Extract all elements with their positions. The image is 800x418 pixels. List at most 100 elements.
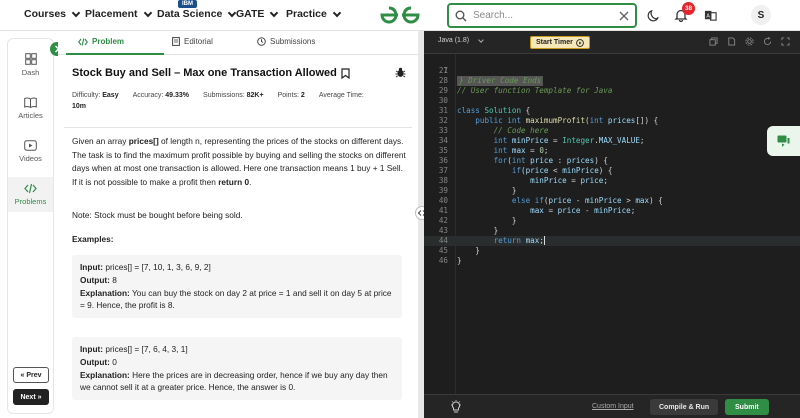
active-tab-indicator [66,53,164,55]
notification-count-badge: 38 [682,2,695,15]
translate-icon: A [704,10,717,21]
chat-icon [777,135,789,147]
gear-icon[interactable] [745,37,754,46]
code-line[interactable]: 29// User function Template for Java [424,86,800,96]
floating-chat-button[interactable] [767,126,800,156]
code-line[interactable]: 45 } [424,246,800,256]
book-icon [24,97,37,108]
play-circle-icon [575,38,584,47]
nav-practice[interactable]: Practice [286,8,342,20]
sidebar-item-label: Problems [14,197,47,206]
submit-button[interactable]: Submit [725,399,769,415]
code-line[interactable]: 36 for(int price : prices) { [424,156,800,166]
submissions-stat: Submissions: 82K+ [203,92,264,99]
document-icon [172,37,180,46]
avg-time-value: 10m [72,103,87,110]
problem-description: Given an array prices[] of length n, rep… [72,136,406,187]
code-editor[interactable]: 1 } Driver Code Ends 27 28 29// User fun… [424,54,800,394]
search-icon [455,10,467,21]
left-sidebar: Dash Articles Videos Problems « Prev Nex… [7,38,54,414]
problem-note: Note: Stock must be bought before being … [72,210,243,220]
code-line[interactable]: 42 } [424,216,800,226]
bookmark-icon[interactable] [341,67,350,79]
editor-footer: Custom Input Compile & Run Submit [424,394,800,418]
chevron-down-icon [143,8,152,17]
custom-input-link[interactable]: Custom Input [592,403,634,410]
code-line[interactable]: 31 class Solution { [424,106,800,116]
video-icon [24,140,37,151]
divider [64,127,412,128]
editor-toolbar: Java (1.8) Start Timer [424,31,800,54]
code-line[interactable]: 41 max = price - minPrice; [424,206,800,216]
sidebar-item-videos[interactable]: Videos [8,140,53,163]
prev-problem-button[interactable]: « Prev [13,367,49,383]
translate-button[interactable]: A [701,6,719,24]
code-icon [24,183,37,194]
file-code-icon[interactable] [727,37,736,46]
code-line[interactable]: 32 public int maximumProfit(int prices[]… [424,116,800,126]
chevron-down-icon [332,8,342,17]
language-select[interactable]: Java (1.8) [438,36,484,44]
gfg-logo[interactable] [378,4,422,26]
code-line[interactable]: 39 } [424,186,800,196]
avatar[interactable]: S [751,5,771,25]
code-line-current[interactable]: 44 return max; [424,236,800,246]
sidebar-item-label: Dash [21,68,40,77]
next-problem-button[interactable]: Next » [13,389,49,405]
editor-actions [709,37,790,46]
code-line[interactable]: 34 int minPrice = Integer.MAX_VALUE; [424,136,800,146]
nav-gate[interactable]: GATE [236,8,279,20]
sidebar-item-dash[interactable]: Dash [8,53,53,77]
code-line[interactable]: 37 if(price < minPrice) { [424,166,800,176]
dashboard-icon [24,53,37,65]
report-bug-icon[interactable] [395,67,406,78]
svg-text:A: A [706,13,710,19]
chevron-down-icon [270,8,279,17]
start-timer-button[interactable]: Start Timer [530,36,590,49]
compile-run-button[interactable]: Compile & Run [650,399,719,415]
example-box: Input: prices[] = [7, 6, 4, 3, 1] Output… [72,337,402,401]
code-editor-pane: Java (1.8) Start Timer 1 } Driver Code E… [424,31,800,418]
difficulty-stat: Difficulty: Easy [72,92,119,99]
nav-courses[interactable]: Courses [24,8,81,20]
problem-pane: Problem Editorial Submissions Stock Buy … [58,31,418,418]
problem-content: Stock Buy and Sell – Max one Transaction… [64,59,412,418]
clock-icon [257,37,266,46]
tab-submissions[interactable]: Submissions [257,37,315,46]
examples-heading: Examples: [72,234,114,244]
sidebar-item-problems[interactable]: Problems [8,177,53,212]
code-line[interactable]: 43 } [424,226,800,236]
close-icon[interactable] [619,11,629,21]
problem-meta: Difficulty: Easy Accuracy: 49.33% Submis… [72,92,406,110]
problem-tabs: Problem Editorial Submissions [58,31,418,55]
ibm-badge: IBM [178,0,197,8]
code-line[interactable]: 27 [424,66,800,76]
top-navbar: Courses Placement IBM Data Science GATE … [0,0,800,31]
code-line[interactable]: 35 int max = 0; [424,146,800,156]
tab-editorial[interactable]: Editorial [172,37,213,46]
theme-toggle-button[interactable] [644,6,662,24]
search-box[interactable] [447,3,637,28]
nav-data-science[interactable]: Data Science [157,8,237,20]
code-line[interactable]: 30 [424,96,800,106]
code-line[interactable]: 28 [424,76,800,86]
accuracy-stat: Accuracy: 49.33% [132,92,190,99]
code-line[interactable]: 46} [424,256,800,266]
reset-icon[interactable] [763,37,772,46]
example-box: Input: prices[] = [7, 10, 1, 3, 6, 9, 2]… [72,255,402,319]
code-line[interactable]: 1 } Driver Code Ends [424,56,800,86]
moon-icon [647,9,659,21]
search-input[interactable] [473,10,613,21]
code-line[interactable]: 38 minPrice = price; [424,176,800,186]
code-icon [78,37,88,46]
lightbulb-icon[interactable] [450,400,462,414]
tab-problem[interactable]: Problem [78,37,124,46]
copy-icon[interactable] [709,37,718,46]
code-line[interactable]: 40 else if(price - minPrice > max) { [424,196,800,206]
avg-time-label: Average Time: [318,92,364,99]
sidebar-item-label: Videos [19,154,42,163]
code-line[interactable]: 33 // Code here [424,126,800,136]
sidebar-item-articles[interactable]: Articles [8,97,53,120]
nav-placement[interactable]: Placement [85,8,152,20]
fullscreen-icon[interactable] [781,37,790,46]
